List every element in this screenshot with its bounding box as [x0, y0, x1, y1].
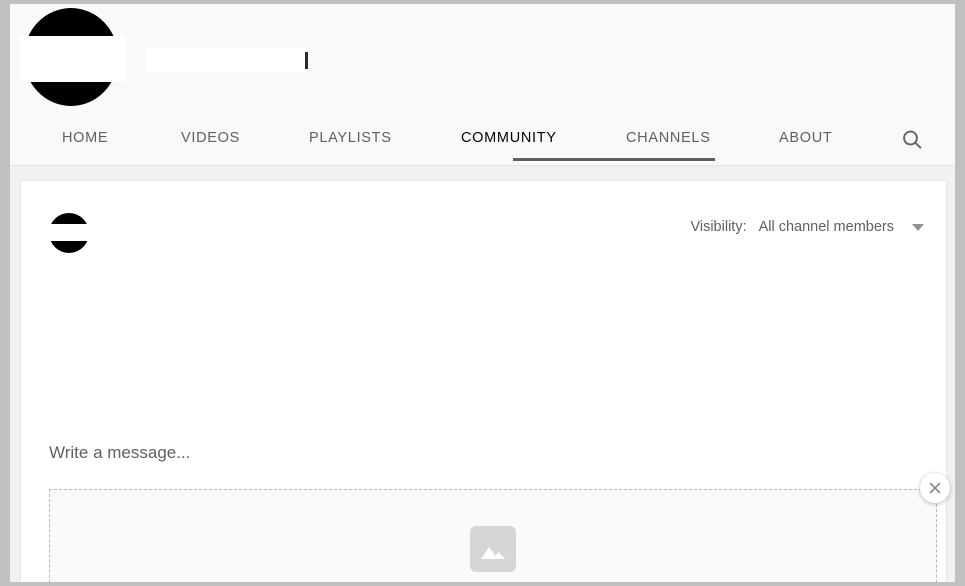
nav-active-tab-underline	[513, 158, 715, 161]
post-author-avatar-redaction	[47, 224, 91, 241]
post-author-avatar[interactable]	[47, 213, 91, 253]
visibility-label: Visibility:	[690, 219, 747, 235]
browser-frame: HOME VIDEOS PLAYLISTS COMMUNITY CHANNELS…	[0, 0, 965, 586]
channel-name-redaction	[145, 48, 308, 72]
search-icon[interactable]	[898, 126, 926, 154]
youtube-channel-page: HOME VIDEOS PLAYLISTS COMMUNITY CHANNELS…	[10, 4, 955, 582]
channel-avatar[interactable]	[20, 8, 126, 110]
nav-tab-playlists[interactable]: PLAYLISTS	[309, 116, 392, 160]
community-post-composer: Creator Guide Visibility: All channel me…	[20, 180, 950, 582]
chevron-down-icon[interactable]	[912, 223, 924, 231]
nav-tab-videos[interactable]: VIDEOS	[181, 116, 240, 160]
channel-nav-tabs: HOME VIDEOS PLAYLISTS COMMUNITY CHANNELS…	[10, 116, 955, 164]
image-placeholder-icon	[470, 526, 516, 572]
message-input[interactable]: Write a message...	[49, 443, 190, 463]
nav-tab-channels[interactable]: CHANNELS	[626, 116, 711, 160]
channel-name-residual-mark	[305, 52, 308, 69]
nav-tab-home[interactable]: HOME	[62, 116, 108, 160]
close-icon[interactable]	[920, 473, 950, 503]
image-dropzone[interactable]: Drag an image or GIF here or SELECT A FI…	[49, 489, 937, 582]
nav-tab-about[interactable]: ABOUT	[779, 116, 832, 160]
visibility-value[interactable]: All channel members	[759, 219, 894, 235]
channel-avatar-redaction	[20, 36, 126, 82]
nav-tab-community[interactable]: COMMUNITY	[461, 116, 557, 160]
post-author-name-redaction	[95, 214, 229, 230]
channel-header: HOME VIDEOS PLAYLISTS COMMUNITY CHANNELS…	[10, 4, 955, 166]
visibility-selector[interactable]: Visibility: All channel members	[690, 219, 924, 235]
